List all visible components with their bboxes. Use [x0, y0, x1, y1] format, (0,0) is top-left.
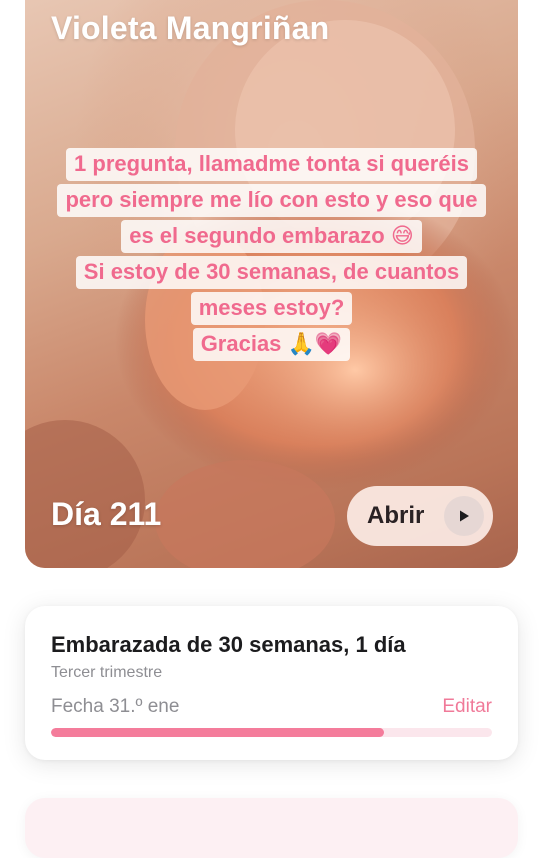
day-counter: Día 211 — [51, 496, 162, 532]
trimester-label: Tercer trimestre — [51, 664, 163, 681]
play-glyph — [460, 510, 469, 522]
user-name: Violeta Mangriñan — [51, 10, 330, 46]
due-date-label: Fecha 31.º ene — [51, 696, 180, 717]
question-sticker: 1 pregunta, llamadme tonta si queréis pe… — [25, 145, 518, 361]
pregnancy-progress-bar — [51, 728, 492, 737]
question-line: Si estoy de 30 semanas, de cuantos — [75, 256, 468, 289]
question-line: Gracias 🙏💗 — [192, 328, 351, 361]
open-button[interactable]: Abrir — [347, 486, 493, 546]
play-icon[interactable] — [444, 496, 484, 536]
pregnancy-progress-fill — [51, 728, 384, 737]
question-line: pero siempre me lío con esto y eso que — [57, 184, 486, 217]
pregnancy-week-title: Embarazada de 30 semanas, 1 día — [51, 632, 406, 657]
question-line: meses estoy? — [190, 292, 353, 325]
question-line: 1 pregunta, llamadme tonta si queréis — [66, 148, 477, 181]
edit-button[interactable]: Editar — [442, 696, 492, 718]
open-button-label: Abrir — [367, 502, 425, 529]
next-card[interactable] — [25, 798, 518, 858]
baby-development-card[interactable]: Violeta Mangriñan 1 pregunta, llamadme t… — [25, 0, 518, 568]
pregnancy-status-card[interactable]: Embarazada de 30 semanas, 1 día Tercer t… — [25, 606, 518, 760]
question-line: es el segundo embarazo 😅 — [121, 220, 422, 253]
